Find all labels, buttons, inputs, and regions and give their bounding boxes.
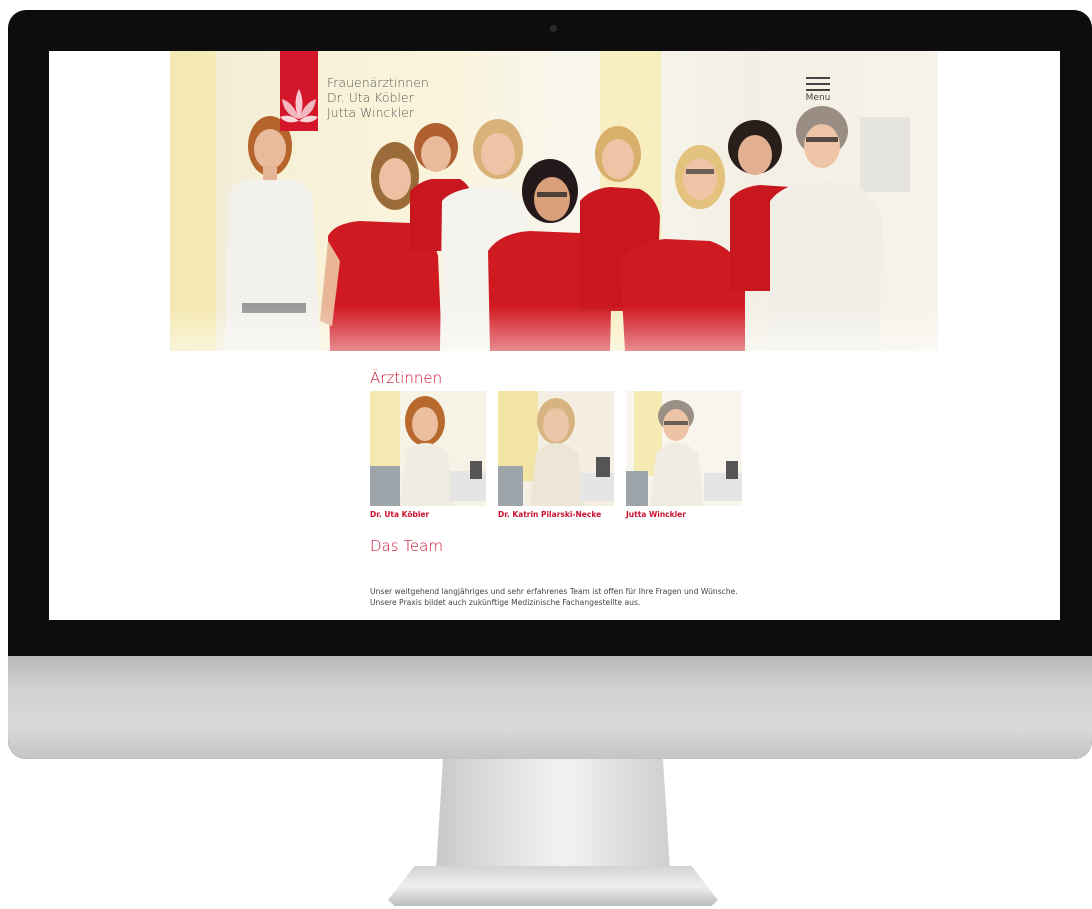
menu-button[interactable]: Menu bbox=[803, 77, 833, 103]
camera bbox=[550, 25, 557, 32]
doctor-name[interactable]: Dr. Uta Köbler bbox=[370, 510, 488, 519]
doctor-name[interactable]: Jutta Winckler bbox=[626, 510, 744, 519]
website-screen: Frauenärztinnen Dr. Uta Köbler Jutta Win… bbox=[49, 51, 1060, 620]
monitor-chin bbox=[8, 656, 1092, 759]
main-content: Ärztinnen Dr. Uta Köbler Dr. Katrin Pila… bbox=[370, 369, 790, 607]
brand-name[interactable]: Frauenärztinnen Dr. Uta Köbler Jutta Win… bbox=[327, 75, 429, 120]
brand-line: Frauenärztinnen bbox=[327, 75, 429, 90]
monitor: Frauenärztinnen Dr. Uta Köbler Jutta Win… bbox=[8, 10, 1092, 759]
doctor-card-koebler[interactable]: Dr. Uta Köbler bbox=[370, 391, 488, 519]
doctor-photo[interactable] bbox=[498, 391, 614, 506]
doctor-card-pilarski-necke[interactable]: Dr. Katrin Pilarski-Necke bbox=[498, 391, 616, 519]
menu-label: Menu bbox=[805, 93, 831, 103]
doctors-heading: Ärztinnen bbox=[370, 369, 443, 387]
team-description: Unser weitgehend langjähriges und sehr e… bbox=[370, 586, 738, 607]
hero-banner: Frauenärztinnen Dr. Uta Köbler Jutta Win… bbox=[170, 51, 938, 351]
doctor-name[interactable]: Dr. Katrin Pilarski-Necke bbox=[498, 510, 616, 519]
doctor-card-winckler[interactable]: Jutta Winckler bbox=[626, 391, 744, 519]
doctor-photo[interactable] bbox=[626, 391, 742, 506]
lotus-logo-icon[interactable] bbox=[278, 77, 320, 133]
monitor-stand-base bbox=[388, 866, 718, 906]
brand-line: Dr. Uta Köbler bbox=[327, 90, 414, 105]
brand-line: Jutta Winckler bbox=[327, 105, 414, 120]
doctor-photo[interactable] bbox=[370, 391, 486, 506]
doctors-grid: Dr. Uta Köbler Dr. Katrin Pilarski-Necke bbox=[370, 391, 790, 531]
team-heading: Das Team bbox=[370, 537, 443, 555]
monitor-stand bbox=[436, 759, 670, 871]
hamburger-icon bbox=[806, 77, 830, 79]
